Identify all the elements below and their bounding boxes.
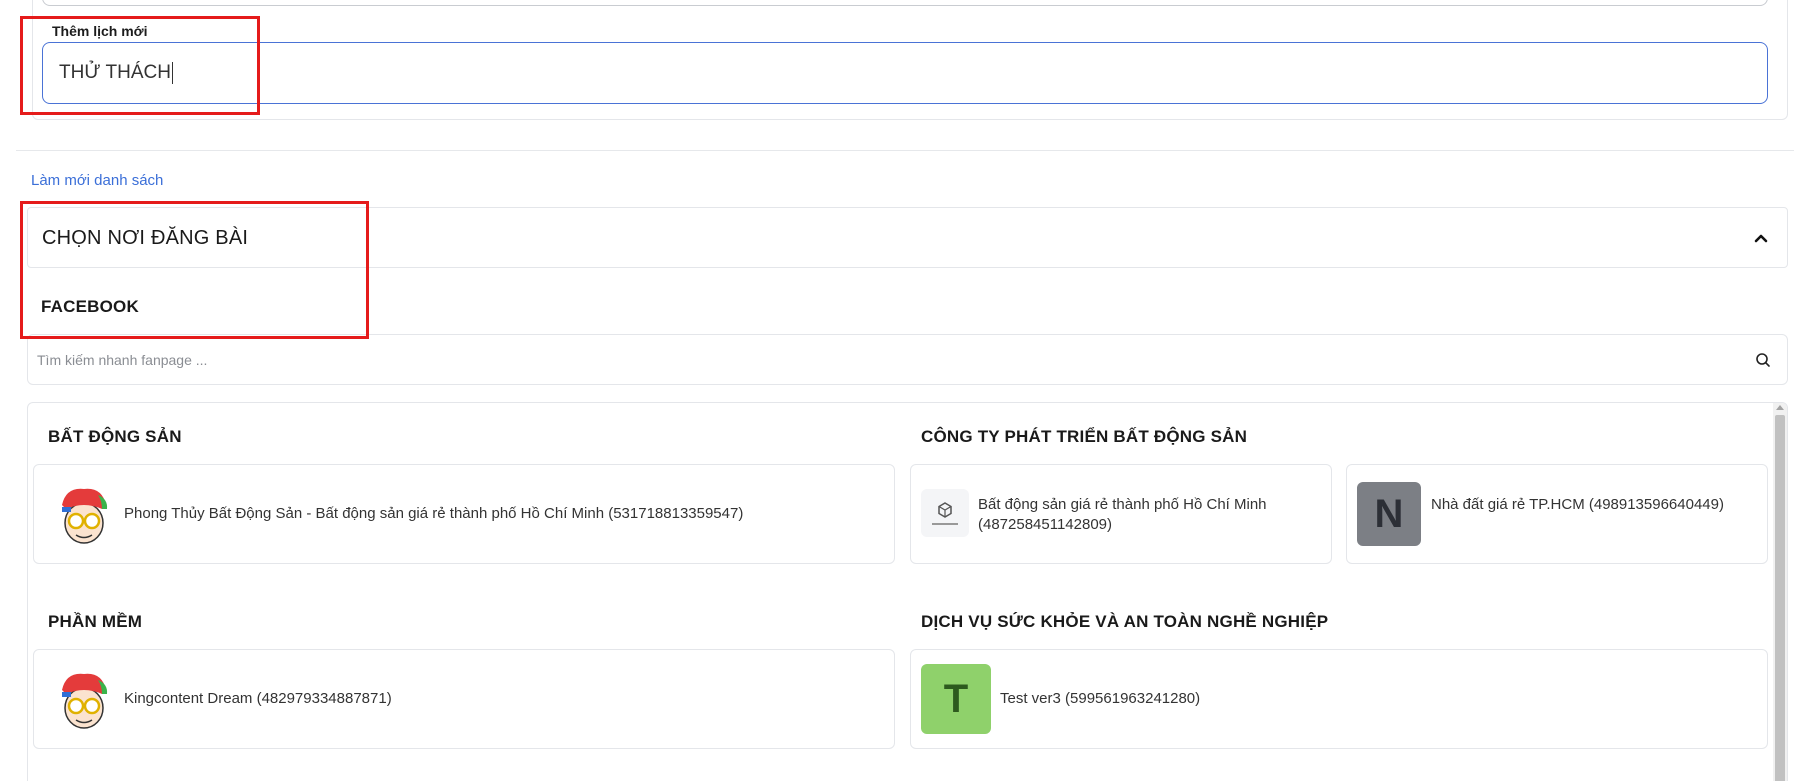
schedule-input-value: THỬ THÁCH	[59, 62, 171, 83]
category-title: DỊCH VỤ SỨC KHỎE VÀ AN TOÀN NGHỀ NGHIỆP	[921, 612, 1329, 631]
fanpage-list: BẤT ĐỘNG SẢN Phong Thủy Bất Động Sản - B…	[27, 402, 1788, 781]
search-icon[interactable]	[1755, 352, 1771, 368]
scrollbar-thumb[interactable]	[1775, 415, 1785, 781]
platform-label: FACEBOOK	[41, 297, 139, 316]
cartoon-avatar-icon	[62, 673, 108, 729]
fanpage-name: Nhà đất giá rẻ TP.HCM (498913596640449)	[1431, 496, 1724, 513]
fanpage-card[interactable]: N Nhà đất giá rẻ TP.HCM (498913596640449…	[1346, 464, 1768, 564]
fanpage-card[interactable]: Kingcontent Dream (482979334887871)	[33, 649, 895, 749]
section-divider	[16, 150, 1794, 151]
fanpage-name: Phong Thủy Bất Động Sản - Bất động sản g…	[124, 505, 744, 522]
text-caret	[171, 62, 173, 84]
avatar-letter: T	[943, 676, 969, 721]
fanpage-card[interactable]: T Test ver3 (599561963241280)	[910, 649, 1768, 749]
fanpage-name: Test ver3 (599561963241280)	[1000, 690, 1201, 707]
fanpage-name: Bất động sản giá rẻ thành phố Hồ Chí Min…	[978, 496, 1267, 533]
company-logo-icon	[921, 489, 969, 537]
fanpage-card[interactable]: Phong Thủy Bất Động Sản - Bất động sản g…	[33, 464, 895, 564]
category-title: BẤT ĐỘNG SẢN	[48, 427, 182, 446]
fanpage-search-input[interactable]	[37, 335, 1717, 384]
fanpage-name: Kingcontent Dream (482979334887871)	[124, 690, 392, 707]
logo-caption-line	[932, 522, 958, 525]
section-title: CHỌN NƠI ĐĂNG BÀI	[42, 227, 249, 249]
schedule-input[interactable]: THỬ THÁCH	[42, 42, 1768, 104]
refresh-list-link[interactable]: Làm mới danh sách	[31, 172, 163, 189]
previous-input-edge	[42, 0, 1768, 6]
category-title: PHẦN MỀM	[48, 612, 143, 631]
letter-avatar-icon: T	[921, 664, 991, 734]
scrollbar[interactable]	[1773, 403, 1787, 781]
avatar-letter: N	[1374, 491, 1404, 536]
fanpage-card[interactable]: Bất động sản giá rẻ thành phố Hồ Chí Min…	[910, 464, 1332, 564]
cube-icon	[938, 501, 952, 518]
letter-avatar-icon: N	[1357, 482, 1421, 546]
cartoon-avatar-icon	[62, 488, 108, 544]
category-title: CÔNG TY PHÁT TRIỂN BẤT ĐỘNG SẢN	[921, 427, 1248, 446]
schedule-label: Thêm lịch mới	[52, 23, 148, 39]
scroll-up-arrow-icon[interactable]	[1776, 405, 1784, 410]
chevron-up-icon[interactable]	[1753, 230, 1769, 246]
fanpage-search	[27, 334, 1788, 385]
post-destination-header[interactable]: CHỌN NƠI ĐĂNG BÀI	[27, 207, 1788, 268]
